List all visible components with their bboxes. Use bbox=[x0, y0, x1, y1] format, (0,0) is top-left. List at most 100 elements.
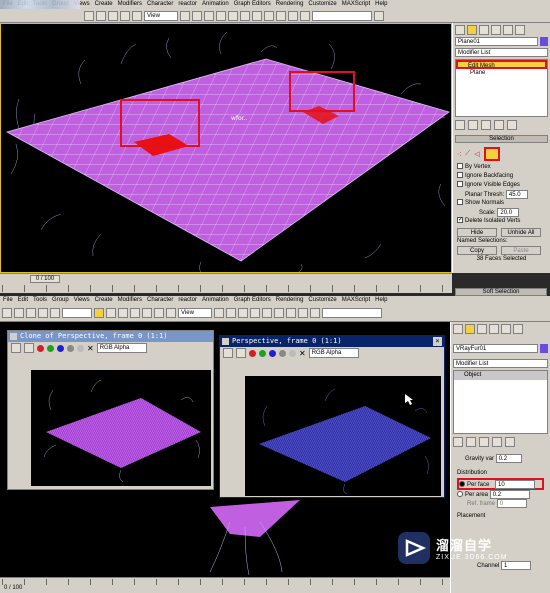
menu-create[interactable]: Create bbox=[95, 0, 113, 9]
polygon-mode-icon[interactable] bbox=[483, 147, 500, 161]
menu-group[interactable]: Group bbox=[52, 296, 69, 305]
delete-isolated-checkbox[interactable] bbox=[457, 217, 463, 224]
show-end-result-icon[interactable] bbox=[468, 120, 478, 130]
frame-buffer-perspective[interactable]: Perspective, frame 0 (1:1) × ✕ RGB Alpha bbox=[219, 335, 445, 498]
menu-maxscript[interactable]: MAXScript bbox=[342, 0, 370, 9]
vfb-clone-titlebar[interactable]: Clone of Perspective, frame 0 (1:1) bbox=[8, 331, 213, 342]
bind-spacewarp-icon[interactable] bbox=[50, 308, 60, 318]
configure-sets-icon-2[interactable] bbox=[505, 437, 515, 447]
render-teapot-icon[interactable] bbox=[374, 10, 384, 21]
frame-buffer-clone[interactable]: Clone of Perspective, frame 0 (1:1) ✕ RG… bbox=[7, 330, 214, 490]
pivot-icon[interactable] bbox=[180, 10, 190, 21]
hide-button[interactable]: Hide bbox=[457, 228, 497, 237]
render-setup-icon[interactable] bbox=[288, 10, 298, 21]
material-editor-icon-2[interactable] bbox=[286, 308, 296, 318]
selection-filter-dropdown[interactable] bbox=[62, 308, 92, 318]
menu-help[interactable]: Help bbox=[375, 296, 387, 305]
pin-stack-icon-2[interactable] bbox=[453, 437, 463, 447]
pivot-icon-2[interactable] bbox=[214, 308, 224, 318]
reference-coord-dropdown[interactable]: View bbox=[144, 10, 178, 21]
per-face-field[interactable]: 10 bbox=[495, 480, 536, 489]
display-tab-icon[interactable] bbox=[503, 25, 513, 35]
alpha-channel-icon-2[interactable] bbox=[279, 349, 286, 357]
modify-tab-icon[interactable] bbox=[467, 25, 477, 35]
edge-mode-icon[interactable]: ⟋ bbox=[465, 150, 470, 158]
create-tab-icon[interactable] bbox=[455, 25, 465, 35]
motion-tab-icon-2[interactable] bbox=[489, 324, 499, 334]
object-name-field-2[interactable]: VRayFur01 bbox=[453, 344, 538, 353]
stack-item-plane[interactable]: Plane bbox=[456, 69, 547, 78]
vertex-mode-icon[interactable]: ·: bbox=[457, 151, 461, 158]
create-tab-icon-2[interactable] bbox=[453, 324, 463, 334]
modify-tab-icon-2[interactable] bbox=[465, 324, 475, 334]
layer-icon-2[interactable] bbox=[274, 308, 284, 318]
render-setup-icon-2[interactable] bbox=[298, 308, 308, 318]
utilities-tab-icon[interactable] bbox=[515, 25, 525, 35]
stack-item-object[interactable]: Object bbox=[454, 371, 547, 380]
green-channel-icon-2[interactable] bbox=[259, 349, 266, 357]
menu-views[interactable]: Views bbox=[74, 296, 90, 305]
menu-edit[interactable]: Edit bbox=[18, 296, 28, 305]
red-channel-icon-2[interactable] bbox=[249, 349, 256, 357]
motion-tab-icon[interactable] bbox=[491, 25, 501, 35]
menu-graph-editors[interactable]: Graph Editors bbox=[234, 296, 271, 305]
unlink-icon[interactable] bbox=[38, 308, 48, 318]
by-vertex-checkbox[interactable] bbox=[457, 163, 463, 170]
ignore-backfacing-checkbox[interactable] bbox=[457, 172, 463, 179]
object-color-swatch[interactable] bbox=[540, 37, 548, 46]
clear-icon-2[interactable]: ✕ bbox=[299, 349, 306, 358]
mono-icon-2[interactable] bbox=[289, 349, 296, 357]
save-image-icon-2[interactable] bbox=[223, 348, 233, 358]
menu-customize[interactable]: Customize bbox=[308, 0, 336, 9]
object-color-swatch-2[interactable] bbox=[540, 344, 548, 353]
selection-rollout[interactable]: Selection bbox=[455, 135, 548, 143]
quick-render-icon-2[interactable] bbox=[310, 308, 320, 318]
snap-icon[interactable] bbox=[192, 10, 202, 21]
blue-channel-icon-2[interactable] bbox=[269, 349, 276, 357]
perspective-viewport-top[interactable]: wfor.. bbox=[0, 23, 452, 273]
menu-maxscript[interactable]: MAXScript bbox=[342, 296, 370, 305]
configure-sets-icon[interactable] bbox=[507, 120, 517, 130]
menu-reactor[interactable]: reactor bbox=[178, 296, 197, 305]
menu-character[interactable]: Character bbox=[147, 0, 173, 9]
rotate-icon[interactable] bbox=[120, 10, 130, 21]
gravity-var-field[interactable]: 0.2 bbox=[495, 454, 522, 463]
mirror-icon[interactable] bbox=[228, 10, 238, 21]
select-object-icon[interactable] bbox=[94, 308, 104, 318]
clone-window-icon-2[interactable] bbox=[236, 348, 246, 358]
vfb-persp-titlebar[interactable]: Perspective, frame 0 (1:1) × bbox=[220, 336, 444, 347]
menu-tools[interactable]: Tools bbox=[33, 296, 47, 305]
utilities-tab-icon-2[interactable] bbox=[513, 324, 523, 334]
angle-snap-icon[interactable] bbox=[204, 10, 214, 21]
named-selection-dropdown[interactable] bbox=[312, 10, 372, 21]
redo-icon[interactable] bbox=[14, 308, 24, 318]
menu-modifiers[interactable]: Modifiers bbox=[118, 0, 142, 9]
hierarchy-tab-icon-2[interactable] bbox=[477, 324, 487, 334]
green-channel-icon[interactable] bbox=[47, 344, 54, 352]
remove-modifier-icon-2[interactable] bbox=[492, 437, 502, 447]
undo-icon[interactable] bbox=[2, 308, 12, 318]
select-by-name-icon[interactable] bbox=[106, 308, 116, 318]
angle-snap-icon-2[interactable] bbox=[238, 308, 248, 318]
per-area-field[interactable]: 0.2 bbox=[489, 490, 530, 499]
vfb-clone-channel-select[interactable]: RGB Alpha bbox=[96, 343, 147, 353]
quick-render-icon[interactable] bbox=[300, 10, 310, 21]
clear-icon[interactable]: ✕ bbox=[87, 344, 94, 353]
display-tab-icon-2[interactable] bbox=[501, 324, 511, 334]
menu-help[interactable]: Help bbox=[375, 0, 387, 9]
hierarchy-tab-icon[interactable] bbox=[479, 25, 489, 35]
soft-selection-rollout[interactable]: Soft Selection bbox=[455, 288, 547, 296]
make-unique-icon[interactable] bbox=[481, 120, 491, 130]
show-end-result-icon-2[interactable] bbox=[466, 437, 476, 447]
save-image-icon[interactable] bbox=[11, 343, 21, 353]
mono-icon[interactable] bbox=[77, 344, 84, 352]
layer-icon[interactable] bbox=[252, 10, 262, 21]
move-icon-2[interactable] bbox=[142, 308, 152, 318]
make-unique-icon-2[interactable] bbox=[479, 437, 489, 447]
stack-item-edit-mesh[interactable]: Edit Mesh bbox=[456, 60, 547, 69]
close-icon[interactable]: × bbox=[433, 337, 442, 346]
vfb-persp-channel-select[interactable]: RGB Alpha bbox=[308, 348, 359, 358]
per-face-radio[interactable] bbox=[459, 481, 465, 488]
menu-graph-editors[interactable]: Graph Editors bbox=[234, 0, 271, 9]
region-select-icon[interactable] bbox=[118, 308, 128, 318]
